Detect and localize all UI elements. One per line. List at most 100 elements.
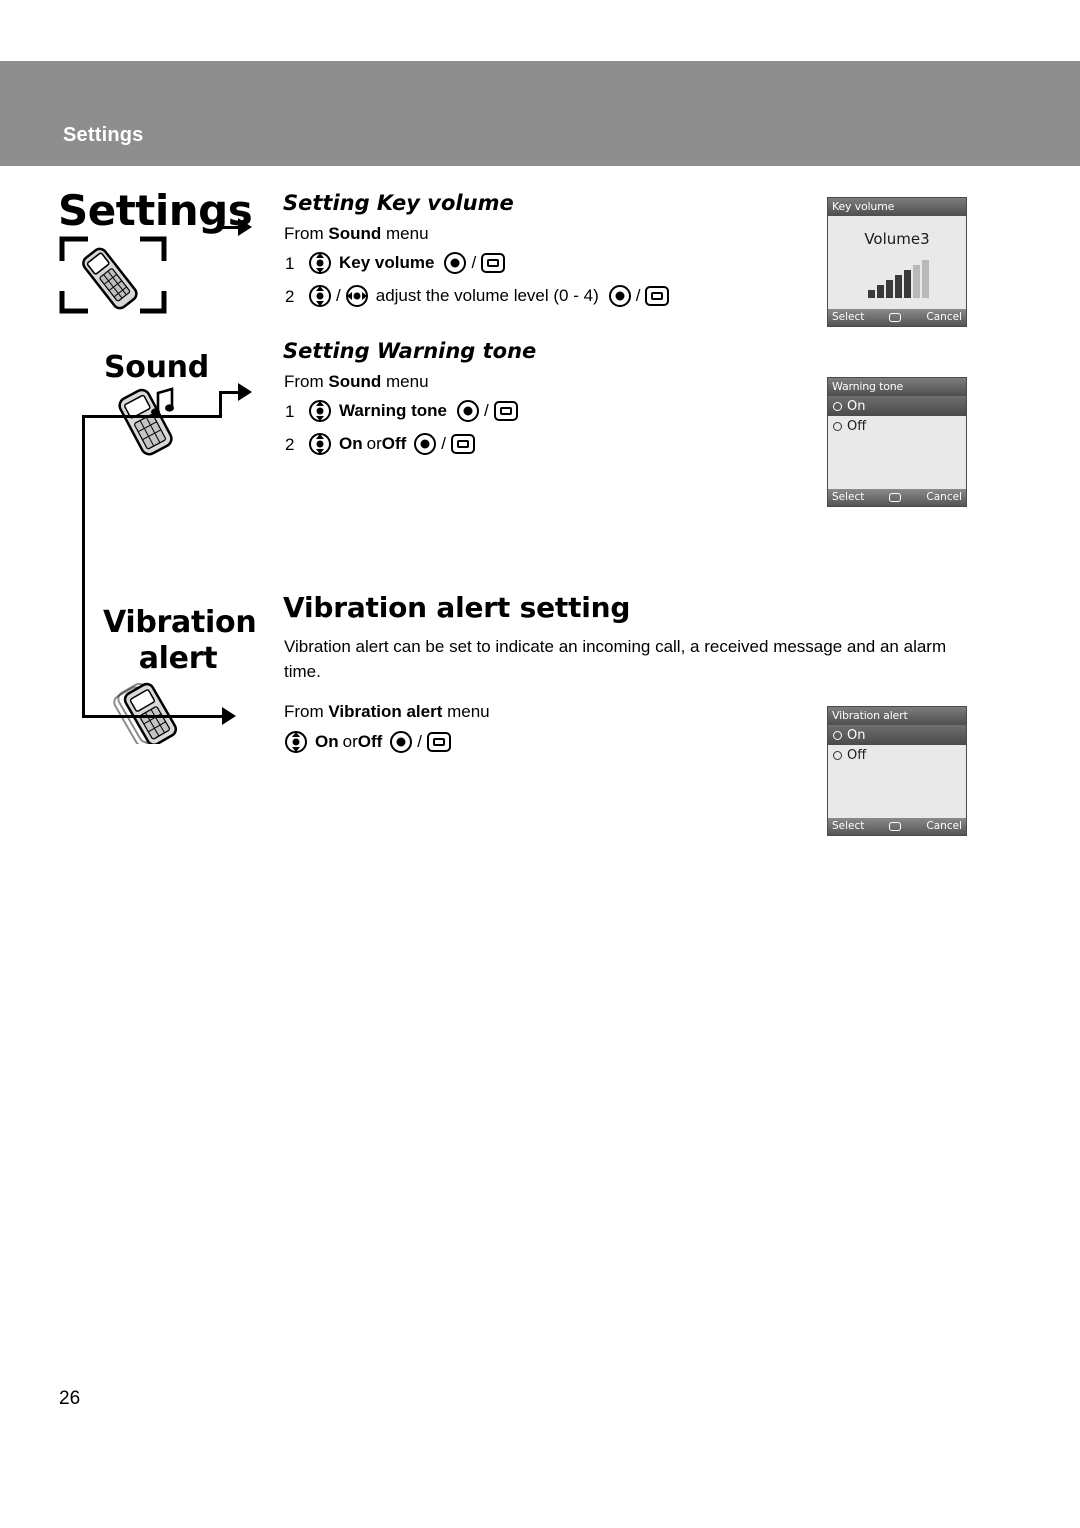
screen-option-on[interactable]: On <box>828 725 966 745</box>
softkey-icon <box>493 401 518 421</box>
step-text-or: or <box>366 434 382 453</box>
page-number: 26 <box>59 1388 81 1409</box>
step-number: 2 <box>285 435 295 454</box>
phone-screen-warning-tone: Warning tone On Off Select Cancel <box>827 377 967 507</box>
softkey-center-icon[interactable] <box>889 313 902 322</box>
select-key-icon <box>444 252 467 274</box>
screen-content: Volume3 <box>828 216 966 309</box>
step-row-warning-tone-1: Warning tone / <box>309 400 518 422</box>
section-label-vibration-alert: Vibration alert <box>103 605 257 677</box>
from-prefix: From <box>284 372 329 391</box>
from-suffix: menu <box>381 372 429 391</box>
nav-vertical-key-icon <box>309 285 331 307</box>
screen-softkey-bar: Select Cancel <box>828 489 966 506</box>
from-bold: Sound <box>328 372 382 391</box>
connector-horizontal-vibration <box>82 715 224 718</box>
screen-option-on[interactable]: On <box>828 396 966 416</box>
option-label: Off <box>847 747 867 763</box>
phone-music-note-icon <box>108 385 188 457</box>
softkey-right-label[interactable]: Cancel <box>926 489 962 506</box>
softkey-icon <box>481 253 506 273</box>
option-label: Off <box>847 418 867 434</box>
from-bold: Vibration alert <box>328 702 443 721</box>
step-row-vibration: On or Off / <box>285 731 452 753</box>
softkey-right-label[interactable]: Cancel <box>926 818 962 835</box>
from-bold: Sound <box>328 224 382 243</box>
screen-title: Warning tone <box>828 378 966 396</box>
screen-content: On Off <box>828 396 966 489</box>
vibration-paragraph: Vibration alert can be set to indicate a… <box>284 637 947 681</box>
radio-button-icon <box>833 730 842 740</box>
screen-content: On Off <box>828 725 966 818</box>
radio-button-icon <box>833 421 842 431</box>
select-key-icon <box>608 285 631 307</box>
softkey-icon <box>427 732 452 752</box>
screen-title: Vibration alert <box>828 707 966 725</box>
connector-arrow-vibration <box>222 707 236 725</box>
step-text-or: or <box>342 732 358 751</box>
vibration-label-line2: alert <box>138 641 218 676</box>
softkey-left-label[interactable]: Select <box>832 489 864 506</box>
step-text: Warning tone <box>339 401 447 420</box>
step-text-on: On <box>339 434 363 453</box>
connector-arrow-settings <box>238 218 252 236</box>
heading-setting-key-volume: Setting Key volume <box>283 191 514 215</box>
step-row-warning-tone-2: On or Off / <box>309 433 476 455</box>
radio-button-icon <box>833 750 842 760</box>
connector-arrow-sound <box>238 383 252 401</box>
vibration-from-line: From Vibration alert menu <box>284 700 490 724</box>
from-suffix: menu <box>381 224 429 243</box>
select-key-icon <box>390 731 413 753</box>
select-key-icon <box>456 400 479 422</box>
option-label: On <box>847 398 866 414</box>
volume-value-label: Volume3 <box>864 230 930 248</box>
step-number: 2 <box>285 287 295 306</box>
volume-bars-icon <box>868 260 929 298</box>
nav-vertical-key-icon <box>309 252 331 274</box>
nav-vertical-key-icon <box>309 400 331 422</box>
key-volume-from-line: From Sound menu <box>284 222 429 246</box>
step-text-off: Off <box>381 434 407 453</box>
connector-horizontal-sound <box>82 415 222 418</box>
from-suffix: menu <box>442 702 490 721</box>
screen-softkey-bar: Select Cancel <box>828 818 966 835</box>
softkey-icon <box>645 286 670 306</box>
from-prefix: From <box>284 224 329 243</box>
step-text: Key volume <box>339 253 435 272</box>
step-number: 1 <box>285 254 295 273</box>
nav-vertical-key-icon <box>285 731 307 753</box>
connector-vertical-sound <box>219 393 222 418</box>
screen-softkey-bar: Select Cancel <box>828 309 966 326</box>
step-text-off: Off <box>357 732 383 751</box>
step-row-key-volume-1: Key volume / <box>309 252 506 274</box>
step-row-key-volume-2: / adjust the volume level (0 - 4) / <box>309 285 670 307</box>
heading-setting-warning-tone: Setting Warning tone <box>283 339 537 363</box>
nav-horizontal-key-icon <box>345 285 368 307</box>
header-band <box>0 61 1080 166</box>
section-label-sound: Sound <box>104 350 209 385</box>
softkey-center-icon[interactable] <box>889 822 902 831</box>
softkey-icon <box>451 434 476 454</box>
softkey-right-label[interactable]: Cancel <box>926 309 962 326</box>
phone-in-brackets-icon <box>58 235 168 315</box>
radio-button-icon <box>833 401 842 411</box>
screen-title: Key volume <box>828 198 966 216</box>
connector-vertical-main <box>82 415 85 718</box>
vibration-label-line1: Vibration <box>103 605 257 640</box>
phone-screen-vibration-alert: Vibration alert On Off Select Cancel <box>827 706 967 836</box>
softkey-center-icon[interactable] <box>889 493 902 502</box>
select-key-icon <box>414 433 437 455</box>
screen-option-off[interactable]: Off <box>828 745 966 765</box>
phone-vibrating-icon <box>108 672 198 747</box>
step-text: adjust the volume level (0 - 4) <box>375 286 599 305</box>
screen-option-off[interactable]: Off <box>828 416 966 436</box>
softkey-left-label[interactable]: Select <box>832 818 864 835</box>
warning-tone-from-line: From Sound menu <box>284 370 429 394</box>
nav-vertical-key-icon <box>309 433 331 455</box>
heading-vibration-alert-setting: Vibration alert setting <box>283 591 631 624</box>
option-label: On <box>847 727 866 743</box>
from-prefix: From <box>284 702 329 721</box>
softkey-left-label[interactable]: Select <box>832 309 864 326</box>
phone-screen-key-volume: Key volume Volume3 Select Cancel <box>827 197 967 327</box>
step-number: 1 <box>285 402 295 421</box>
